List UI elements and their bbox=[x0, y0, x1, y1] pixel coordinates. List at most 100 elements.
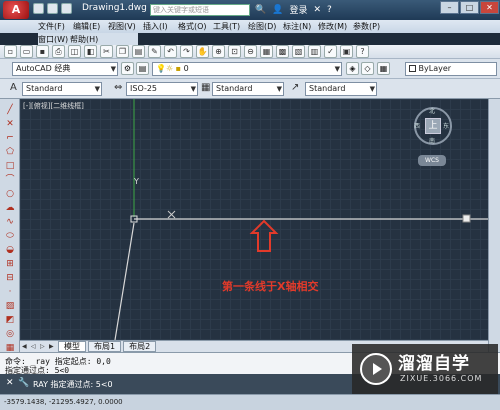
zoom-previous-icon[interactable]: ⊖ bbox=[244, 45, 257, 58]
open-icon[interactable] bbox=[47, 3, 58, 14]
tab-layout2[interactable]: 布局2 bbox=[123, 341, 157, 352]
maximize-button[interactable]: □ bbox=[460, 1, 479, 14]
spline-icon[interactable]: ∿ bbox=[4, 217, 16, 228]
help-icon[interactable]: ? bbox=[356, 45, 369, 58]
zoom-realtime-icon[interactable]: ⊕ bbox=[212, 45, 225, 58]
menu-view[interactable]: 视图(V) bbox=[108, 21, 143, 32]
construction-line-icon[interactable]: ✕ bbox=[4, 119, 16, 130]
tab-layout1[interactable]: 布局1 bbox=[88, 341, 122, 352]
undo-icon[interactable]: ↶ bbox=[164, 45, 177, 58]
search-input[interactable]: 键入关键字或短语 bbox=[150, 4, 250, 16]
viewcube[interactable]: 上 北 南 东 西 bbox=[414, 107, 452, 145]
workspace-settings-icon[interactable]: ⚙ bbox=[121, 62, 134, 75]
ucs-y-label: Y bbox=[134, 177, 139, 186]
make-block-icon[interactable]: ⊟ bbox=[4, 273, 16, 284]
user-icon[interactable]: 👤 bbox=[272, 5, 283, 15]
ellipse-icon[interactable]: ⬭ bbox=[4, 231, 16, 242]
login-link[interactable]: 登录 bbox=[289, 3, 307, 16]
make-current-layer-icon[interactable]: ◈ bbox=[346, 62, 359, 75]
menu-window[interactable]: 窗口(W) bbox=[38, 34, 70, 45]
tool-palettes-icon[interactable]: ▧ bbox=[292, 45, 305, 58]
polyline-icon[interactable]: ⌐ bbox=[4, 133, 16, 144]
open-icon[interactable]: ▭ bbox=[20, 45, 33, 58]
menu-insert[interactable]: 插入(I) bbox=[143, 21, 178, 32]
properties-icon[interactable]: ▦ bbox=[260, 45, 273, 58]
compass-west[interactable]: 西 bbox=[414, 121, 420, 130]
multileader-style-select[interactable]: Standard ▼ bbox=[305, 82, 377, 96]
color-swatch bbox=[409, 65, 416, 72]
play-icon bbox=[360, 353, 392, 385]
quickcalc-icon[interactable]: ▣ bbox=[340, 45, 353, 58]
search-icon[interactable]: 🔍 bbox=[255, 5, 266, 15]
hatch-icon[interactable]: ▨ bbox=[4, 301, 16, 312]
help-icon[interactable]: ? bbox=[327, 5, 332, 15]
print-icon[interactable]: ⎙ bbox=[52, 45, 65, 58]
gradient-icon[interactable]: ◩ bbox=[4, 315, 16, 326]
menu-edit[interactable]: 编辑(E) bbox=[73, 21, 108, 32]
table-style-select[interactable]: Standard ▼ bbox=[212, 82, 284, 96]
chevron-down-icon: ▼ bbox=[334, 65, 340, 73]
match-properties-icon[interactable]: ✎ bbox=[148, 45, 161, 58]
watermark-logo: 溜溜自学 ZIXUE.3066.COM bbox=[352, 344, 498, 394]
menu-modify[interactable]: 修改(M) bbox=[318, 21, 353, 32]
paste-icon[interactable]: ▤ bbox=[132, 45, 145, 58]
zoom-window-icon[interactable]: ⊡ bbox=[228, 45, 241, 58]
pan-icon[interactable]: ✋ bbox=[196, 45, 209, 58]
menu-draw[interactable]: 绘图(D) bbox=[248, 21, 283, 32]
tab-model[interactable]: 模型 bbox=[58, 341, 86, 352]
exchange-icon[interactable]: ✕ bbox=[313, 5, 321, 15]
cut-icon[interactable]: ✂ bbox=[100, 45, 113, 58]
save-icon[interactable] bbox=[61, 3, 72, 14]
ellipse-arc-icon[interactable]: ◒ bbox=[4, 245, 16, 256]
design-center-icon[interactable]: ▩ bbox=[276, 45, 289, 58]
color-select[interactable]: ByLayer bbox=[405, 62, 497, 76]
first-tab-icon[interactable]: ◀ bbox=[22, 343, 29, 351]
arc-icon[interactable]: ⌒ bbox=[4, 175, 16, 186]
compass-south[interactable]: 南 bbox=[429, 136, 435, 145]
markup-icon[interactable]: ✓ bbox=[324, 45, 337, 58]
menu-tools[interactable]: 工具(T) bbox=[213, 21, 248, 32]
application-menu-button[interactable]: A bbox=[3, 1, 29, 19]
minimize-button[interactable]: – bbox=[440, 1, 459, 14]
menu-file[interactable]: 文件(F) bbox=[38, 21, 73, 32]
point-icon[interactable]: · bbox=[4, 287, 16, 298]
workspace-select[interactable]: AutoCAD 经典 ▼ bbox=[12, 62, 118, 76]
standard-toolbar: ▫ ▭ ▪ ⎙ ◫ ◧ ✂ ❐ ▤ ✎ ↶ ↷ ✋ ⊕ ⊡ ⊖ ▦ ▩ ▧ ▥ … bbox=[0, 45, 500, 59]
wcs-menu[interactable]: WCS bbox=[418, 155, 446, 166]
compass-east[interactable]: 东 bbox=[443, 121, 449, 130]
rectangle-icon[interactable]: □ bbox=[4, 161, 16, 172]
text-style-select[interactable]: Standard ▼ bbox=[22, 82, 102, 96]
compass-north[interactable]: 北 bbox=[429, 106, 435, 115]
drawing-canvas[interactable]: [-][俯视][二维线框] Y 上 北 南 东 西 WCS bbox=[20, 99, 488, 340]
preview-icon[interactable]: ◫ bbox=[68, 45, 81, 58]
layer-previous-icon[interactable]: ◇ bbox=[361, 62, 374, 75]
last-tab-icon[interactable]: ▶ bbox=[49, 343, 56, 351]
circle-icon[interactable]: ○ bbox=[4, 189, 16, 200]
layer-select[interactable]: 💡☼ ▪ 0 ▼ bbox=[152, 62, 342, 76]
layer-properties-icon[interactable]: ▤ bbox=[136, 62, 149, 75]
save-icon[interactable]: ▪ bbox=[36, 45, 49, 58]
prev-tab-icon[interactable]: ◁ bbox=[31, 343, 38, 351]
menu-dimension[interactable]: 标注(N) bbox=[283, 21, 318, 32]
recent-commands-icon[interactable]: 🔧 bbox=[18, 378, 29, 388]
layer-state-icon[interactable]: ▦ bbox=[377, 62, 390, 75]
new-icon[interactable]: ▫ bbox=[4, 45, 17, 58]
redo-icon[interactable]: ↷ bbox=[180, 45, 193, 58]
insert-block-icon[interactable]: ⊞ bbox=[4, 259, 16, 270]
dim-style-select[interactable]: ISO-25 ▼ bbox=[126, 82, 198, 96]
revision-cloud-icon[interactable]: ☁ bbox=[4, 203, 16, 214]
publish-icon[interactable]: ◧ bbox=[84, 45, 97, 58]
sheet-set-icon[interactable]: ▥ bbox=[308, 45, 321, 58]
region-icon[interactable]: ◎ bbox=[4, 329, 16, 340]
menu-parametric[interactable]: 参数(P) bbox=[353, 21, 388, 32]
polygon-icon[interactable]: ⬠ bbox=[4, 147, 16, 158]
document-title: Drawing1.dwg bbox=[82, 3, 147, 13]
copy-icon[interactable]: ❐ bbox=[116, 45, 129, 58]
menu-help[interactable]: 帮助(H) bbox=[70, 34, 105, 45]
next-tab-icon[interactable]: ▷ bbox=[40, 343, 47, 351]
viewcube-top-face[interactable]: 上 bbox=[425, 118, 441, 134]
close-button[interactable]: ✕ bbox=[480, 1, 499, 14]
new-icon[interactable] bbox=[33, 3, 44, 14]
line-icon[interactable]: ╱ bbox=[4, 105, 16, 116]
menu-format[interactable]: 格式(O) bbox=[178, 21, 213, 32]
